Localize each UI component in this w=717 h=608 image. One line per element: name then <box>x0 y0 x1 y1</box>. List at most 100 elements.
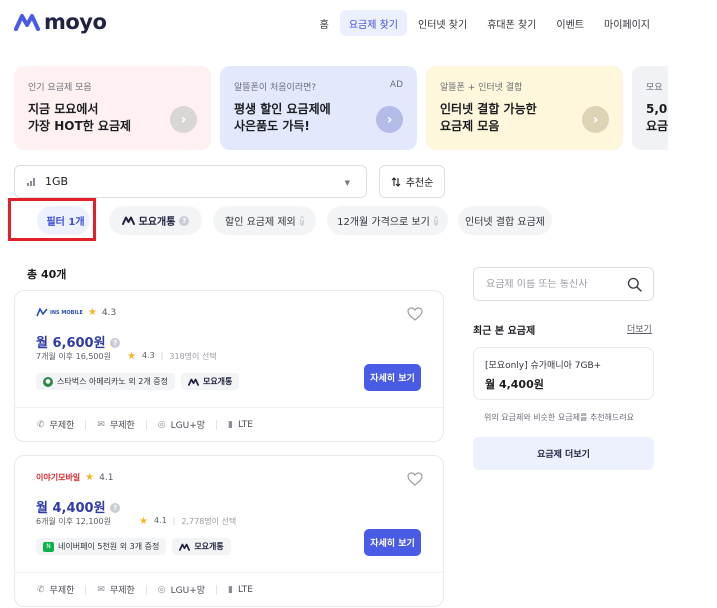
question-icon: ? <box>299 215 304 226</box>
spec-call: ✆ 무제한 <box>37 418 74 432</box>
card-header: 이야기모바일 ★ 4.1 <box>36 472 113 483</box>
banner-subtitle: 알뜰폰이 처음이라면? <box>234 83 317 93</box>
divider <box>145 419 147 430</box>
price-value: 월 4,400원 <box>36 501 106 516</box>
carrier-rating: 4.1 <box>99 472 114 483</box>
moyo-open-badge: 모요개통 <box>172 538 231 555</box>
divider <box>85 584 87 595</box>
star-icon: ★ <box>138 516 148 527</box>
sort-label: 추천순 <box>405 178 434 189</box>
chip-exclude-discount[interactable]: 할인 요금제 제외 ? <box>213 206 316 235</box>
search-icon[interactable] <box>627 277 642 292</box>
selected-count: 2,778명이 선택 <box>181 517 237 526</box>
banner-partial[interactable]: 모요 5,0 요금 <box>632 66 668 150</box>
moyo-open-badge: 모요개통 <box>180 373 240 390</box>
divider: | <box>160 351 164 360</box>
banner-title: 5,0 요금 <box>646 101 668 135</box>
nav-home[interactable]: 홈 <box>311 10 338 36</box>
nav-event[interactable]: 이벤트 <box>547 10 593 36</box>
recent-plans-title: 최근 본 요금제 <box>473 326 536 337</box>
price-value: 월 6,600원 <box>36 336 106 351</box>
phone-icon: ✆ <box>37 584 45 595</box>
star-icon: ★ <box>87 307 97 318</box>
chip-label: 12개월 가격으로 보기 <box>337 217 430 228</box>
carrier-logo: INS MOBILE <box>36 308 83 317</box>
mail-icon: ✉ <box>97 419 105 430</box>
filter-button[interactable]: 필터 1개 <box>37 206 90 235</box>
recent-plan-price: 월 4,400원 <box>485 378 544 391</box>
globe-icon: ◎ <box>157 584 166 595</box>
badge-label: 모요개통 <box>194 542 224 551</box>
moyo-logo-icon <box>14 14 40 31</box>
more-link[interactable]: 더보기 <box>627 322 652 335</box>
plan-search-input[interactable] <box>486 278 616 290</box>
banner-internet-bundle[interactable]: 알뜰폰 + 인터넷 결합 인터넷 결합 가능한 요금제 모음 › <box>426 66 623 150</box>
recent-plan-card[interactable]: [모요only] 슈가매니아 7GB+ 월 4,400원 <box>473 347 654 400</box>
heart-icon[interactable] <box>407 307 423 321</box>
spec-network: ◎ LGU+망 <box>157 583 206 597</box>
star-icon: ★ <box>85 472 95 483</box>
plan-card[interactable]: INS MOBILE ★ 4.3 월 6,600원 ? 7개월 이후 16,50… <box>14 290 444 442</box>
after-price: 7개월 이후 16,500원 <box>36 352 111 361</box>
nav-find-phone[interactable]: 휴대폰 찾기 <box>478 10 545 36</box>
mail-icon: ✉ <box>97 584 105 595</box>
banner-hot-plans[interactable]: 인기 요금제 모음 지금 모요에서 가장 HOT한 요금제 › <box>14 66 211 150</box>
banner-subtitle: 인기 요금제 모음 <box>28 83 92 93</box>
spec-value: LGU+망 <box>170 586 206 596</box>
divider: | <box>172 516 176 525</box>
spec-value: 무제한 <box>109 421 135 431</box>
benefit-text: 네이버페이 5천원 외 3개 증정 <box>58 542 160 551</box>
chip-moyo-open[interactable]: 모요개통 ? <box>109 206 202 235</box>
arrow-right-icon: › <box>376 106 403 133</box>
globe-icon: ◎ <box>157 419 166 430</box>
arrow-right-icon: › <box>582 106 609 133</box>
spec-value: 무제한 <box>49 586 75 596</box>
spec-value: LTE <box>238 419 253 430</box>
nav-mypage[interactable]: 마이페이지 <box>595 10 659 36</box>
chip-internet-bundle[interactable]: 인터넷 결합 요금제 <box>458 206 552 235</box>
plan-search-box <box>473 267 654 301</box>
phone-icon: ✆ <box>37 419 45 430</box>
after-price: 6개월 이후 12,100원 <box>36 517 111 526</box>
spec-type: ▮ LTE <box>228 585 253 595</box>
filter-label: 필터 1개 <box>46 217 85 228</box>
divider <box>216 419 218 430</box>
selected-count: 318명이 선택 <box>169 352 217 361</box>
question-icon: ? <box>179 215 190 226</box>
plan-card[interactable]: 이야기모바일 ★ 4.1 월 4,400원 ? 6개월 이후 12,100원 ★… <box>14 455 444 607</box>
chip-twelve-month-price[interactable]: 12개월 가격으로 보기 ? <box>327 206 448 235</box>
recommend-text: 위의 요금제와 비슷한 요금제를 추천해드려요 <box>484 413 635 422</box>
sort-button[interactable]: 추천순 <box>379 165 445 198</box>
signal-bars-icon: ▮ <box>228 584 233 595</box>
data-amount-select[interactable]: 1GB ▼ <box>14 165 367 198</box>
benefit-row: N 네이버페이 5천원 외 3개 증정 모요개통 <box>36 538 231 555</box>
spec-sms: ✉ 무제한 <box>97 418 135 432</box>
chip-label: 모요개통 <box>138 217 176 228</box>
heart-icon[interactable] <box>407 472 423 486</box>
nav-find-plan[interactable]: 요금제 찾기 <box>339 10 408 36</box>
divider <box>85 419 87 430</box>
data-amount-value: 1GB <box>45 175 69 188</box>
banner-lifetime-discount[interactable]: 알뜰폰이 처음이라면? AD 평생 할인 요금제에 사은품도 가득! › <box>220 66 417 150</box>
carrier-logo: 이야기모바일 <box>36 473 81 482</box>
benefit-chip: N 네이버페이 5천원 외 3개 증정 <box>36 538 167 555</box>
plan-price: 월 6,600원 ? <box>36 332 121 351</box>
main-nav: 홈 요금제 찾기 인터넷 찾기 휴대폰 찾기 이벤트 마이페이지 <box>311 10 659 36</box>
spec-call: ✆ 무제한 <box>37 583 75 597</box>
nav-find-internet[interactable]: 인터넷 찾기 <box>409 10 476 36</box>
signal-bars-icon: ▮ <box>228 419 233 430</box>
detail-button[interactable]: 자세히 보기 <box>364 364 421 391</box>
result-count: 총 40개 <box>27 268 67 281</box>
ins-mobile-logo-icon <box>36 308 48 317</box>
question-icon: ? <box>433 215 438 226</box>
recent-plan-name: [모요only] 슈가매니아 7GB+ <box>485 361 602 371</box>
star-icon: ★ <box>126 351 136 362</box>
carrier-rating: 4.3 <box>101 307 117 318</box>
spec-value: LGU+망 <box>170 421 206 431</box>
benefit-text: 스타벅스 아메리카노 외 2개 증정 <box>57 377 168 386</box>
moyo-logo[interactable]: moyo <box>14 10 107 34</box>
more-plans-button[interactable]: 요금제 더보기 <box>473 437 654 470</box>
detail-button[interactable]: 자세히 보기 <box>364 529 421 556</box>
banner-subtitle: 알뜰폰 + 인터넷 결합 <box>440 83 523 93</box>
plan-rating: 4.1 <box>153 516 167 525</box>
